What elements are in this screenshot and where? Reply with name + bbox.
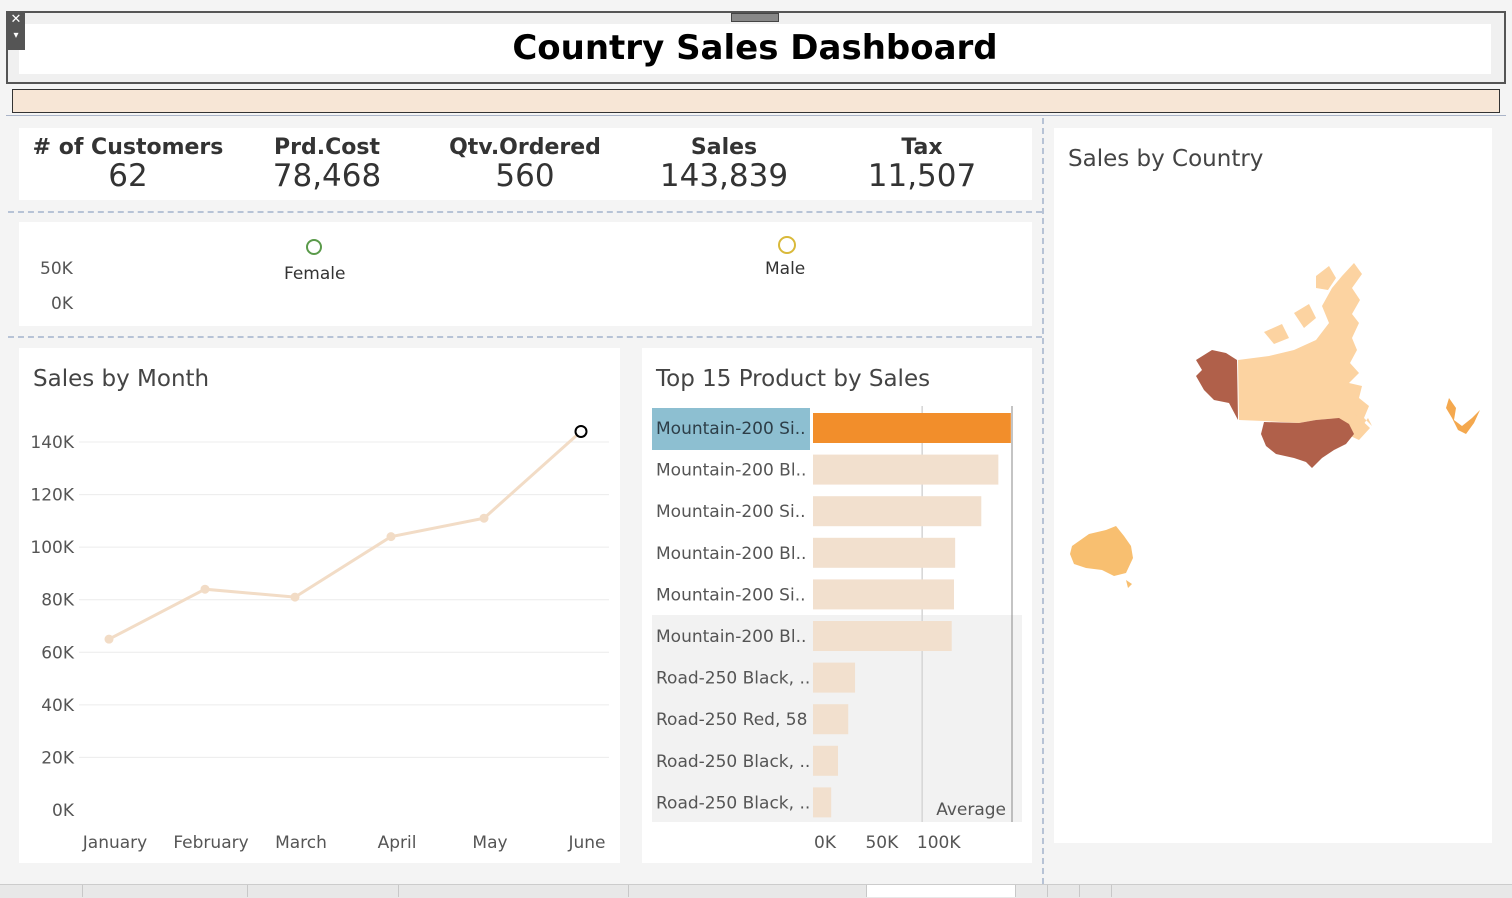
kpi-sales: Sales 143,839 (624, 135, 824, 194)
tab-separator (1047, 885, 1048, 897)
y-tick-label: 140K (30, 433, 74, 453)
map-region-australia[interactable] (1070, 526, 1133, 588)
product-label: Mountain-200 Si.. (656, 585, 806, 605)
bar (813, 745, 839, 776)
map-region-uk[interactable] (1446, 398, 1480, 434)
y-tick-label: 60K (41, 643, 75, 663)
product-label: Road-250 Black, .. (656, 793, 810, 813)
highlighted-point (574, 424, 588, 438)
container-controls[interactable]: ✕ ▾ (7, 12, 25, 50)
y-tick-label: 80K (41, 591, 75, 611)
vertical-divider (1042, 118, 1044, 884)
top-products-chart[interactable]: Mountain-200 Si.. Mountain-200 Bl.. Mounta… (642, 348, 1032, 863)
product-label: Mountain-200 Si.. (656, 502, 806, 522)
tab-separator (628, 885, 629, 897)
divider-kpi (8, 211, 1042, 213)
bar (813, 496, 982, 527)
kpi-qty-ordered: Qtv.Ordered 560 (425, 135, 625, 194)
gender-panel (19, 222, 1032, 326)
x-tick-label: March (275, 833, 327, 853)
sales-by-country-map[interactable] (1054, 128, 1492, 843)
kpi-customers: # of Customers 62 (28, 135, 228, 194)
data-point (104, 634, 114, 644)
chevron-down-icon[interactable]: ▾ (7, 28, 25, 44)
tab-separator (1079, 885, 1080, 897)
gender-axis-tick: 0K (51, 294, 73, 314)
map-region-alaska[interactable] (1196, 350, 1238, 420)
product-label: Mountain-200 Bl.. (656, 544, 806, 564)
y-tick-label: 20K (41, 748, 75, 768)
product-label: Road-250 Black, .. (656, 669, 810, 689)
kpi-value: 143,839 (659, 158, 789, 194)
bar (813, 787, 832, 818)
highlighted-bar (813, 413, 1011, 443)
divider-gender (8, 336, 1042, 338)
data-point (290, 592, 300, 602)
drag-handle[interactable] (731, 13, 779, 22)
bar (813, 621, 952, 651)
y-tick-label: 120K (30, 486, 74, 506)
kpi-value: 62 (108, 158, 148, 194)
tab-separator (82, 885, 83, 897)
kpi-value: 560 (495, 158, 555, 194)
data-point (479, 513, 489, 523)
dashboard-title: Country Sales Dashboard (512, 28, 998, 68)
x-tick-label: 100K (917, 833, 961, 853)
male-label: Male (765, 259, 806, 279)
female-marker[interactable] (306, 239, 322, 255)
close-icon[interactable]: ✕ (7, 12, 25, 28)
x-tick-label: May (472, 833, 507, 853)
y-tick-label: 40K (41, 696, 75, 716)
y-tick-label: 0K (52, 801, 75, 821)
female-label: Female (284, 264, 346, 284)
bar (813, 662, 856, 693)
bar (813, 537, 956, 568)
filter-bar[interactable] (12, 89, 1500, 113)
sheet-tabs-bar[interactable] (0, 884, 1512, 898)
tab-separator (1111, 885, 1112, 897)
kpi-prd-cost: Prd.Cost 78,468 (227, 135, 427, 194)
x-tick-label: 0K (814, 833, 837, 853)
sales-line (108, 430, 582, 641)
x-tick-label: January (82, 833, 147, 853)
product-label: Road-250 Black, .. (656, 752, 810, 772)
map-region-canada[interactable] (1238, 263, 1372, 428)
x-tick-label: April (378, 833, 417, 853)
y-tick-label: 100K (30, 538, 74, 558)
male-marker[interactable] (778, 236, 796, 254)
x-tick-label: June (567, 833, 605, 853)
product-label: Mountain-200 Bl.. (656, 461, 806, 481)
data-point (386, 532, 396, 542)
product-label: Mountain-200 Bl.. (656, 627, 806, 647)
bar (813, 454, 999, 485)
tab-separator (247, 885, 248, 897)
kpi-tax: Tax 11,507 (822, 135, 1022, 194)
bar (813, 579, 955, 610)
average-label: Average (936, 800, 1006, 820)
x-tick-label: 50K (865, 833, 899, 853)
sales-by-month-chart[interactable]: 140K 120K 100K 80K 60K 40K 20K 0K January Februar… (19, 348, 620, 863)
kpi-value: 11,507 (867, 158, 977, 194)
data-point (200, 584, 210, 594)
map-region-usa[interactable] (1261, 418, 1354, 468)
sheet-tab-active[interactable] (867, 885, 1015, 897)
kpi-value: 78,468 (272, 158, 382, 194)
product-label: Mountain-200 Si.. (656, 419, 806, 439)
gender-axis-tick: 50K (40, 259, 73, 279)
tab-separator (398, 885, 399, 897)
x-tick-label: February (173, 833, 248, 853)
bar (813, 704, 849, 735)
tab-separator (1015, 885, 1016, 897)
product-label: Road-250 Red, 58 (656, 710, 807, 730)
